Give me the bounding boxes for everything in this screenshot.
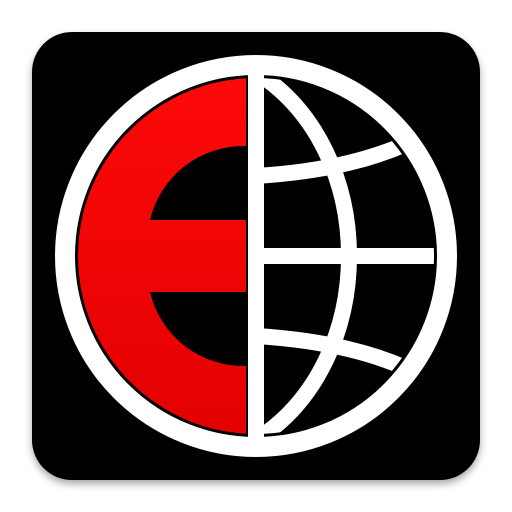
icon-canvas: [0, 0, 512, 512]
app-icon[interactable]: [0, 0, 512, 512]
